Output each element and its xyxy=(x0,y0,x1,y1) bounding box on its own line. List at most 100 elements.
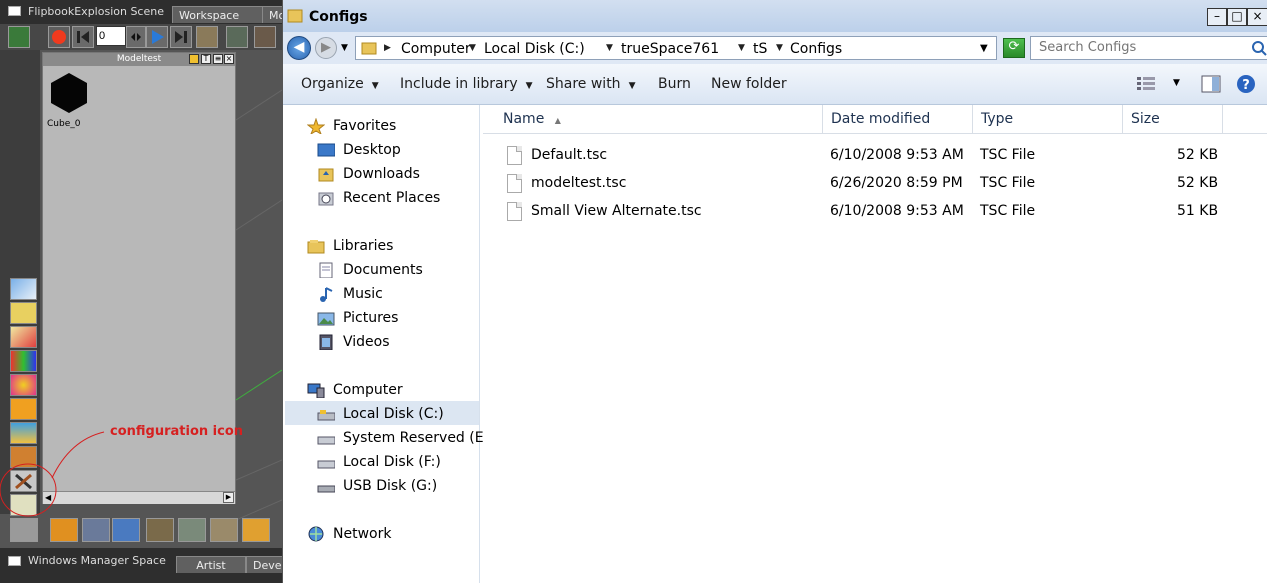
play-button[interactable] xyxy=(146,26,168,48)
timeline-button[interactable] xyxy=(196,26,218,48)
recycle-icon[interactable] xyxy=(10,518,38,542)
documents-icon xyxy=(319,262,333,278)
videos-icon xyxy=(319,334,333,350)
burn-button[interactable]: Burn xyxy=(658,76,691,92)
crumb-ts[interactable]: tS xyxy=(753,41,767,57)
computer-icon xyxy=(307,383,325,398)
grid-tool-icon[interactable] xyxy=(178,518,206,542)
back-button[interactable]: ◀ xyxy=(287,36,311,60)
animation-toolbar xyxy=(0,24,282,50)
crumb-computer[interactable]: Computer xyxy=(401,41,471,57)
panel-menu-icon[interactable]: ≡ xyxy=(213,54,223,64)
paint-icon[interactable] xyxy=(10,326,37,348)
address-bar[interactable]: ▶ Computer ▼ Local Disk (C:) ▼ trueSpace… xyxy=(355,36,997,60)
lasso-icon[interactable] xyxy=(10,302,37,324)
cube-thumbnail[interactable] xyxy=(47,71,91,115)
forward-button[interactable]: ▶ xyxy=(315,37,337,59)
color-prism-icon[interactable] xyxy=(10,350,37,372)
file-row[interactable]: Small View Alternate.tsc 6/10/2008 9:53 … xyxy=(483,198,1267,226)
stack-tool-icon[interactable] xyxy=(146,518,174,542)
cube-tool-icon[interactable] xyxy=(50,518,78,542)
search-input[interactable] xyxy=(1039,40,1239,55)
navigation-pane: Favorites Desktop Downloads Recent Place… xyxy=(283,105,494,583)
column-size[interactable]: Size xyxy=(1123,105,1223,133)
drive-icon xyxy=(317,410,335,421)
history-dropdown-icon[interactable]: ▼ xyxy=(341,43,348,53)
column-name[interactable]: Name ▲ xyxy=(483,105,823,133)
render-icon[interactable] xyxy=(10,278,37,300)
file-row[interactable]: Default.tsc 6/10/2008 9:53 AM TSC File 5… xyxy=(483,142,1267,170)
end-icon xyxy=(175,31,187,43)
drive-icon xyxy=(317,460,335,469)
refresh-button[interactable]: ⟳ xyxy=(1003,38,1025,58)
panel-close-icon[interactable]: × xyxy=(224,54,234,64)
column-type[interactable]: Type xyxy=(973,105,1123,133)
end-button[interactable] xyxy=(170,26,192,48)
tab-model[interactable]: Mo xyxy=(262,6,282,23)
crumb-configs[interactable]: Configs xyxy=(790,41,842,57)
tab-artist[interactable]: Artist xyxy=(176,556,246,573)
rewind-button[interactable] xyxy=(72,26,94,48)
crumb-arrow-icon[interactable]: ▼ xyxy=(776,43,783,53)
tab-developer[interactable]: Deve xyxy=(246,556,282,573)
preview-pane-icon[interactable] xyxy=(1201,75,1221,93)
text-toggle-icon[interactable]: T xyxy=(201,54,211,64)
view-dropdown-icon[interactable]: ▼ xyxy=(1173,78,1180,88)
wand-tool-icon[interactable] xyxy=(210,518,238,542)
play-icon xyxy=(152,30,164,44)
crumb-truespace761[interactable]: trueSpace761 xyxy=(621,41,719,57)
help-icon[interactable]: ? xyxy=(1236,74,1256,94)
crumb-local-disk[interactable]: Local Disk (C:) xyxy=(484,41,585,57)
brush-tool-icon[interactable] xyxy=(82,518,110,542)
nav-label: Desktop xyxy=(343,142,401,158)
path-button[interactable] xyxy=(226,26,248,48)
usb-drive-icon xyxy=(317,485,335,493)
frame-stepper[interactable] xyxy=(126,26,146,48)
new-folder-button[interactable]: New folder xyxy=(711,76,787,92)
truespace-title-bar: FlipbookExplosion Scene Workspace Mo xyxy=(0,0,282,24)
address-dropdown-icon[interactable]: ▼ xyxy=(980,43,988,54)
network-icon xyxy=(308,526,324,542)
column-name-label: Name xyxy=(503,111,545,127)
record-button[interactable] xyxy=(48,26,70,48)
column-date-modified[interactable]: Date modified xyxy=(823,105,973,133)
frame-input[interactable] xyxy=(96,26,126,46)
spray-tool-icon[interactable] xyxy=(112,518,140,542)
file-row[interactable]: modeltest.tsc 6/26/2020 8:59 PM TSC File… xyxy=(483,170,1267,198)
tab-workspace[interactable]: Workspace xyxy=(172,6,266,23)
share-with-button[interactable]: Share with ▼ xyxy=(546,76,635,92)
list-header: Name ▲ Date modified Type Size xyxy=(483,105,1267,134)
light-tool-icon[interactable] xyxy=(242,518,270,542)
minimize-button[interactable]: – xyxy=(1207,8,1227,26)
nav-label: Downloads xyxy=(343,166,420,182)
organize-button[interactable]: Organize ▼ xyxy=(301,76,379,92)
rewind-icon xyxy=(77,31,89,43)
sort-ascending-icon: ▲ xyxy=(554,116,561,125)
maximize-button[interactable]: □ xyxy=(1227,8,1247,26)
folder-icon xyxy=(287,9,303,23)
drive-icon xyxy=(317,436,335,445)
file-icon xyxy=(507,202,522,221)
address-row: ◀ ▶ ▼ ▶ Computer ▼ Local Disk (C:) ▼ tru… xyxy=(283,32,1267,64)
crumb-arrow-icon[interactable]: ▼ xyxy=(606,43,613,53)
folder-icon[interactable] xyxy=(189,54,199,64)
nav-label: Pictures xyxy=(343,310,399,326)
include-in-library-button[interactable]: Include in library ▼ xyxy=(400,76,533,92)
close-button[interactable]: × xyxy=(1247,8,1267,26)
object-box-icon[interactable] xyxy=(10,398,37,420)
crumb-arrow-icon[interactable]: ▶ xyxy=(384,43,391,53)
view-options-icon[interactable] xyxy=(1137,77,1155,91)
nav-label: Local Disk (F:) xyxy=(343,454,441,470)
nav-label: Libraries xyxy=(333,238,394,254)
record-icon xyxy=(52,30,66,44)
link-button[interactable] xyxy=(254,26,276,48)
scroll-right-icon[interactable]: ▶ xyxy=(223,492,234,503)
crumb-arrow-icon[interactable]: ▼ xyxy=(469,43,476,53)
material-sphere-icon[interactable] xyxy=(10,374,37,396)
search-icon[interactable] xyxy=(1251,40,1267,56)
chevron-down-icon: ▼ xyxy=(525,81,533,91)
file-icon xyxy=(507,174,522,193)
include-in-library-label: Include in library xyxy=(400,76,518,92)
crumb-arrow-icon[interactable]: ▼ xyxy=(738,43,745,53)
search-box[interactable] xyxy=(1030,36,1267,60)
